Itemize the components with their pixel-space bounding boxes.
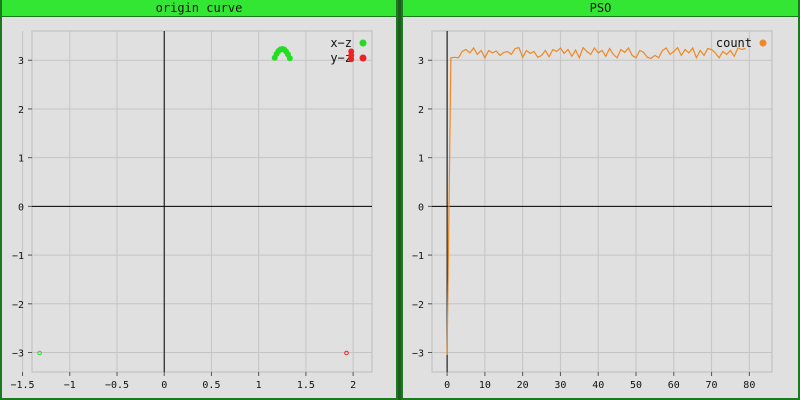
y-tick-label: −3 (12, 349, 24, 360)
legend-label: count (716, 36, 752, 50)
plot-frame (31, 30, 373, 373)
y-tick-label: −3 (412, 349, 424, 360)
yz-point (348, 56, 355, 63)
y-tick-label: −2 (412, 300, 424, 311)
y-tick-label: 1 (418, 154, 424, 165)
x-tick-label: 60 (668, 380, 680, 391)
x-tick-label: 2 (350, 380, 356, 391)
y-tick-label: 1 (18, 154, 24, 165)
x-tick-label: 70 (706, 380, 718, 391)
x-tick-label: 10 (479, 380, 491, 391)
x-tick-label: 50 (630, 380, 642, 391)
x-tick-label: 0 (161, 380, 167, 391)
count-series-line (446, 46, 746, 355)
x-tick-label: 30 (554, 380, 566, 391)
x-tick-label: 40 (592, 380, 604, 391)
legend-marker (359, 54, 367, 62)
y-tick-label: −2 (12, 300, 24, 311)
legend-marker (759, 39, 767, 47)
y-tick-label: 2 (418, 105, 424, 116)
pso-panel: PSO 0 10 20 30 40 50 60 70 80 −3 −2 −1 0 1 2 3 count (401, 0, 800, 400)
x-tick-label: 0 (444, 380, 450, 391)
pso-chart: 0 10 20 30 40 50 60 70 80 −3 −2 −1 0 1 2 3 count (412, 30, 773, 391)
x-tick-label: 80 (743, 380, 755, 391)
pso-title: PSO (403, 0, 798, 17)
xz-point (286, 55, 293, 62)
legend-label: x−z (330, 36, 352, 50)
y-tick-label: −1 (12, 251, 24, 262)
x-tick-label: 0.5 (202, 380, 220, 391)
y-tick-label: 0 (418, 202, 424, 213)
x-tick-label: 1 (256, 380, 262, 391)
x-tick-label: −1.5 (11, 380, 35, 391)
y-tick-label: 3 (418, 56, 424, 67)
x-tick-label: −0.5 (105, 380, 129, 391)
x-tick-label: 1.5 (297, 380, 315, 391)
plot-frame (431, 30, 773, 373)
origin-curve-panel: origin curve −1.5 −1 −0.5 0 0.5 1 1.5 2 −3 −2 −1 0 1… (0, 0, 398, 400)
origin-curve-chart: −1.5 −1 −0.5 0 0.5 1 1.5 2−3−2−10123x−zy−z (11, 30, 373, 391)
y-tick-label: 2 (18, 105, 24, 116)
y-tick-label: 0 (18, 202, 24, 213)
y-tick-label: −1 (412, 251, 424, 262)
y-tick-label: 3 (18, 56, 24, 67)
x-tick-label: 20 (517, 380, 529, 391)
legend-marker (359, 39, 367, 47)
x-tick-label: −1 (64, 380, 76, 391)
origin-curve-title: origin curve (2, 0, 396, 17)
